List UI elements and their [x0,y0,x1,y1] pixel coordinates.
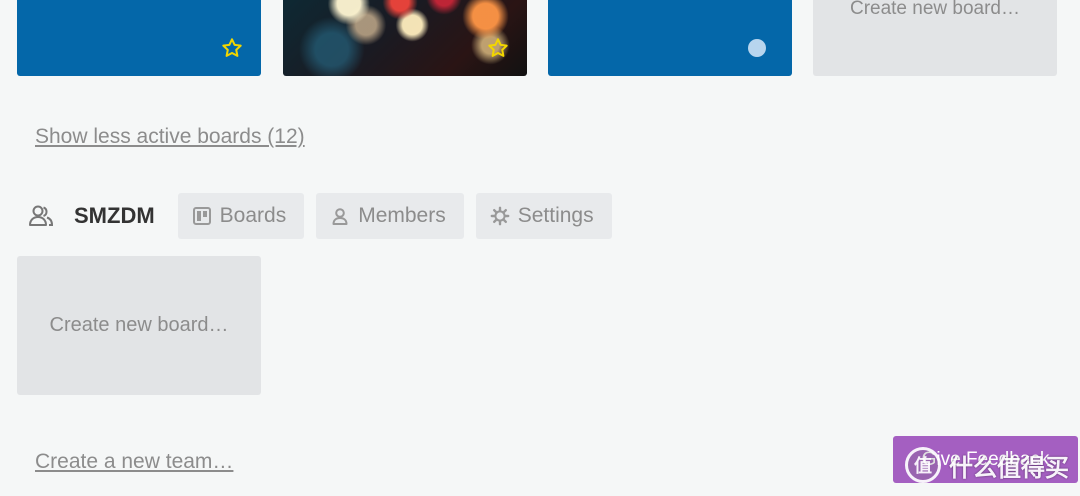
board-tile[interactable] [17,0,261,76]
star-icon[interactable] [221,37,243,59]
team-header: SMZDM Boards Members Settings [28,193,624,239]
team-name: SMZDM [74,203,155,228]
feedback-label: Give Feedback [921,448,1050,470]
board-icon [192,207,211,225]
create-team-link[interactable]: Create a new team… [35,450,233,474]
give-feedback-button[interactable]: Give Feedback [893,436,1078,483]
team-create-board-tile[interactable]: Create new board… [17,256,261,395]
gear-icon [490,206,510,226]
team-icon [29,205,54,226]
team-settings-button[interactable]: Settings [475,193,612,239]
board-tile[interactable] [548,0,792,76]
team-members-label: Members [358,204,446,227]
dot-icon [748,39,766,57]
create-board-tile[interactable]: Create new board… [813,0,1057,76]
board-tile-photo[interactable] [283,0,527,76]
create-board-label: Create new board… [49,314,229,336]
team-members-button[interactable]: Members [316,193,464,239]
team-boards-button[interactable]: Boards [177,193,305,239]
member-icon [332,208,348,225]
create-board-label: Create new board… [849,0,1021,19]
team-settings-label: Settings [517,204,594,227]
show-less-boards-link[interactable]: Show less active boards (12) [35,125,305,149]
team-boards-label: Boards [219,204,287,227]
star-icon[interactable] [487,37,509,59]
